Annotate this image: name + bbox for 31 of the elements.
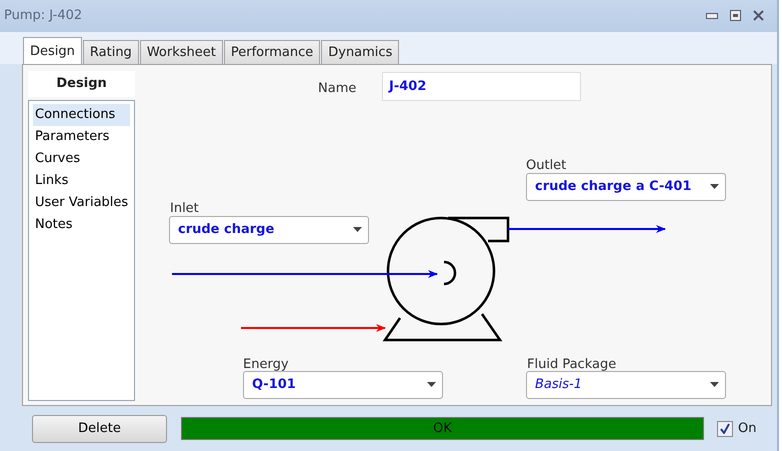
outlet-label: Outlet	[526, 156, 566, 175]
sidebar-item[interactable]: Parameters	[33, 126, 130, 148]
tab[interactable]: Worksheet	[140, 40, 223, 64]
caret-icon	[427, 382, 436, 388]
close-button[interactable]	[751, 10, 765, 22]
tab[interactable]: Performance	[224, 40, 320, 64]
tab[interactable]: Design	[23, 36, 82, 64]
sidebar-item[interactable]: User Variables	[33, 192, 130, 214]
on-checkbox[interactable]	[717, 420, 733, 437]
sidebar-item[interactable]: Links	[33, 170, 130, 192]
window-title: Pump: J-402	[4, 7, 82, 26]
sidebar-item[interactable]: Curves	[33, 148, 130, 170]
name-field[interactable]: J-402	[382, 72, 581, 101]
delete-button[interactable]: Delete	[32, 414, 167, 443]
inlet-label: Inlet	[170, 200, 199, 218]
inlet-dropdown[interactable]: crude charge	[169, 216, 369, 244]
maximize-button[interactable]	[728, 10, 742, 22]
status-bar: OK	[181, 417, 704, 440]
fluid-dropdown[interactable]: Basis-1	[526, 370, 726, 399]
tab[interactable]: Dynamics	[321, 40, 400, 64]
sidebar-item[interactable]: Connections	[33, 104, 130, 126]
caret-icon	[710, 382, 719, 388]
name-label: Name	[318, 80, 356, 98]
caret-icon	[710, 184, 719, 190]
sidebar-item[interactable]: Notes	[33, 214, 130, 236]
caret-icon	[353, 227, 362, 232]
on-label: On	[738, 420, 756, 438]
sidebar-title: Design	[28, 70, 136, 97]
tab[interactable]: Rating	[82, 40, 139, 64]
energy-dropdown[interactable]: Q-101	[243, 370, 443, 399]
outlet-dropdown[interactable]: crude charge a C-401	[526, 172, 726, 201]
